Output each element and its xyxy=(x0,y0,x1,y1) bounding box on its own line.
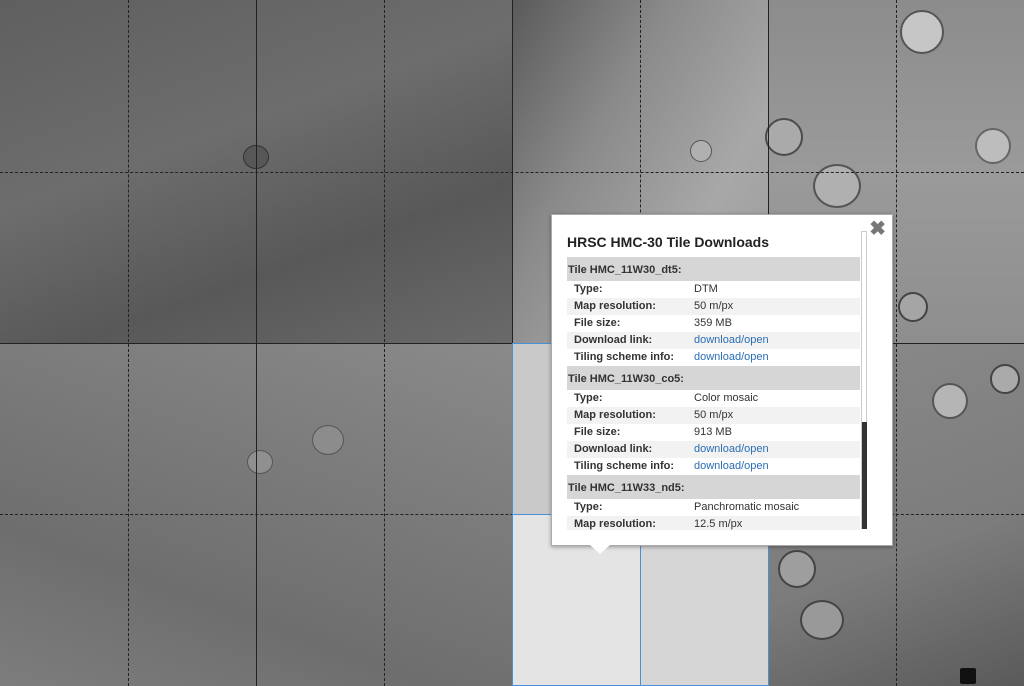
tile-info-row: Type: Color mosaic xyxy=(567,390,860,407)
tile-info-row: Map resolution: 50 m/px xyxy=(567,407,860,424)
row-label: Map resolution: xyxy=(574,300,656,312)
popup-content: HRSC HMC-30 Tile Downloads Tile HMC_11W3… xyxy=(567,232,860,530)
row-label: Type: xyxy=(574,501,603,513)
tiles-list: Tile HMC_11W30_dt5: Type: DTM Map resolutio… xyxy=(567,257,860,530)
crater xyxy=(900,10,944,54)
tile-info-row: Type: Panchromatic mosaic xyxy=(567,499,860,516)
popup-scrollbar[interactable] xyxy=(861,231,867,529)
row-value: Color mosaic xyxy=(694,392,759,404)
tile-heading: Tile HMC_11W30_dt5: xyxy=(567,257,860,281)
crater xyxy=(778,550,816,588)
grid-line xyxy=(0,172,1024,173)
tile-info-row: Download link: download/open xyxy=(567,441,860,458)
download-link[interactable]: download/open xyxy=(694,349,769,366)
row-value: 50 m/px xyxy=(694,300,734,312)
download-link[interactable]: download/open xyxy=(694,332,769,349)
crater xyxy=(247,450,273,474)
crater xyxy=(960,668,976,684)
popup-pointer xyxy=(590,545,610,554)
crater xyxy=(765,118,803,156)
tile-downloads-popup: ✖ HRSC HMC-30 Tile Downloads Tile HMC_11… xyxy=(551,214,893,546)
tile-info-row: Type: DTM xyxy=(567,281,860,298)
row-label: Tiling scheme info: xyxy=(574,460,675,472)
crater xyxy=(932,383,968,419)
row-label: Type: xyxy=(574,392,603,404)
row-label: Download link: xyxy=(574,443,653,455)
row-value: 12.5 m/px xyxy=(694,518,743,530)
tile-info-row: Map resolution: 50 m/px xyxy=(567,298,860,315)
download-link[interactable]: download/open xyxy=(694,441,769,458)
tile-heading: Tile HMC_11W30_co5: xyxy=(567,366,860,390)
row-value: 50 m/px xyxy=(694,409,734,421)
row-label: Type: xyxy=(574,283,603,295)
popup-title: HRSC HMC-30 Tile Downloads xyxy=(567,234,769,250)
row-value: DTM xyxy=(694,283,718,295)
row-label: File size: xyxy=(574,426,621,438)
tile-info-row: File size: 913 MB xyxy=(567,424,860,441)
row-label: Download link: xyxy=(574,334,653,346)
crater xyxy=(813,164,861,208)
row-label: File size: xyxy=(574,317,621,329)
crater xyxy=(312,425,344,455)
tile-info-row: Tiling scheme info: download/open xyxy=(567,349,860,366)
row-label: Tiling scheme info: xyxy=(574,351,675,363)
tile-info-row: Download link: download/open xyxy=(567,332,860,349)
row-value: 913 MB xyxy=(694,426,732,438)
crater xyxy=(690,140,712,162)
download-link[interactable]: download/open xyxy=(694,458,769,475)
tile-info-row: Map resolution: 12.5 m/px xyxy=(567,516,860,530)
crater xyxy=(990,364,1020,394)
crater xyxy=(975,128,1011,164)
crater xyxy=(898,292,928,322)
crater xyxy=(800,600,844,640)
tile-info-row: Tiling scheme info: download/open xyxy=(567,458,860,475)
row-label: Map resolution: xyxy=(574,409,656,421)
row-label: Map resolution: xyxy=(574,518,656,530)
scrollbar-thumb[interactable] xyxy=(862,422,867,529)
tile-info-row: File size: 359 MB xyxy=(567,315,860,332)
row-value: Panchromatic mosaic xyxy=(694,501,800,513)
close-icon[interactable]: ✖ xyxy=(869,219,886,239)
row-value: 359 MB xyxy=(694,317,732,329)
tile-heading: Tile HMC_11W33_nd5: xyxy=(567,475,860,499)
